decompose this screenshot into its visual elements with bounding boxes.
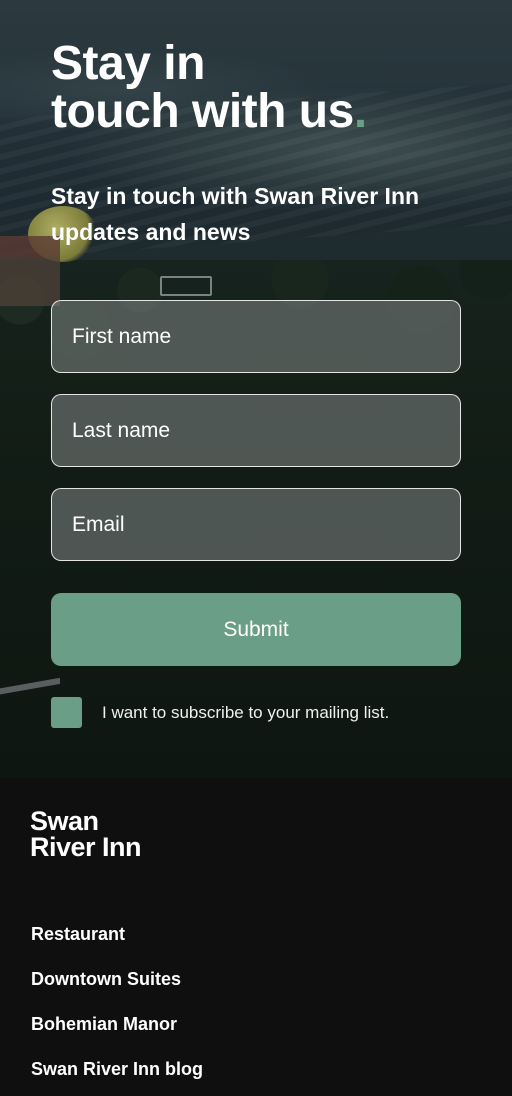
email-field[interactable]	[51, 488, 461, 561]
last-name-input[interactable]	[72, 418, 460, 443]
footer-link-downtown-suites[interactable]: Downtown Suites	[31, 969, 181, 990]
last-name-field[interactable]	[51, 394, 461, 467]
title-accent-dot: .	[353, 85, 367, 138]
logo-line-2: River Inn	[30, 832, 142, 862]
dock	[160, 276, 212, 296]
site-footer: Swan River Inn Restaurant Downtown Suite…	[0, 778, 512, 1096]
swan-river-inn-logo[interactable]: Swan River Inn	[30, 808, 170, 864]
footer-link-restaurant[interactable]: Restaurant	[31, 924, 125, 945]
subscribe-label: I want to subscribe to your mailing list…	[102, 703, 390, 722]
subscribe-checkbox[interactable]	[51, 697, 82, 728]
title-line-2: touch with us	[51, 85, 354, 138]
footer-link-blog[interactable]: Swan River Inn blog	[31, 1059, 203, 1080]
email-input[interactable]	[72, 512, 460, 537]
subtitle: Stay in touch with Swan River Inn update…	[51, 183, 420, 245]
submit-button[interactable]: Submit	[51, 593, 461, 666]
first-name-field[interactable]	[51, 300, 461, 373]
footer-link-bohemian-manor[interactable]: Bohemian Manor	[31, 1014, 177, 1035]
logo-line-1: Swan	[30, 806, 99, 836]
page-title: Stay in touch with us.	[51, 40, 471, 136]
title-line-1: Stay in	[51, 37, 205, 90]
first-name-input[interactable]	[72, 324, 460, 349]
